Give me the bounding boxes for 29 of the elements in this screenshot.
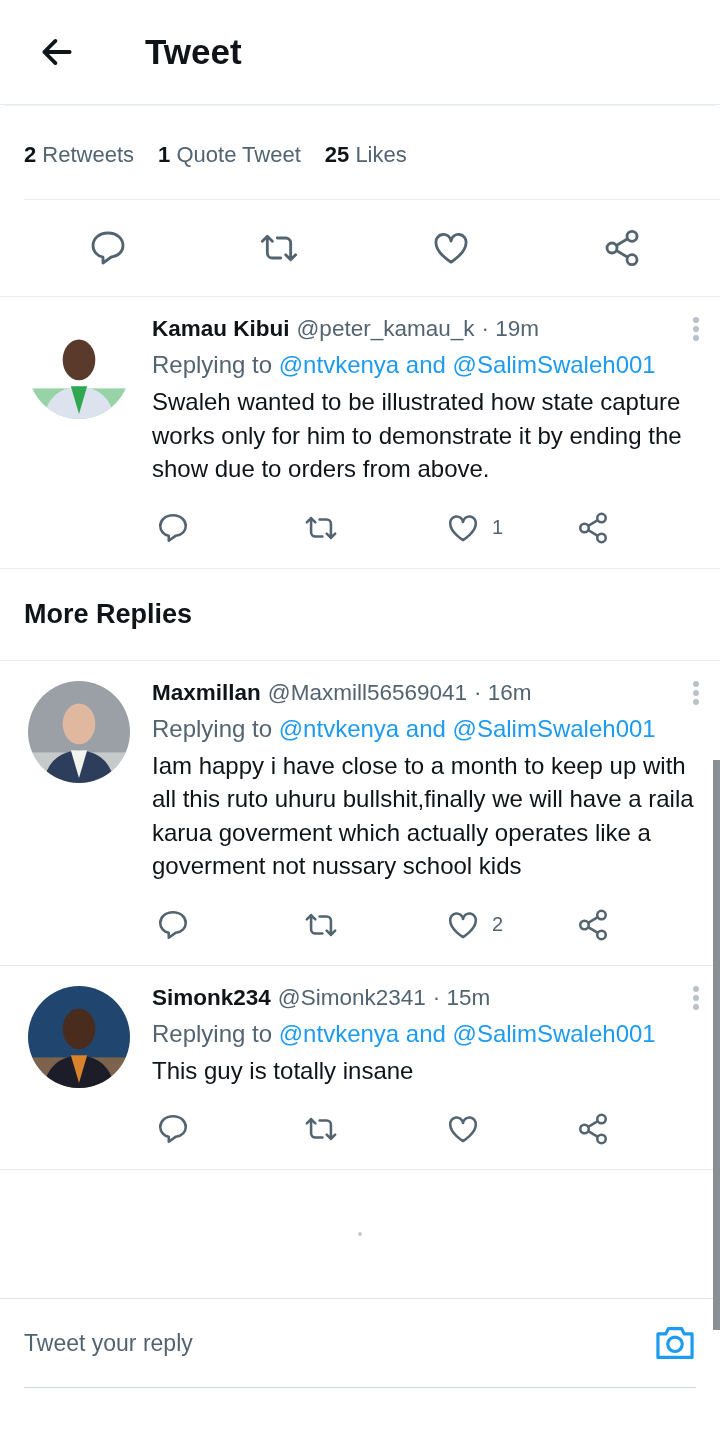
page-title: Tweet	[145, 32, 242, 72]
reply-text: Iam happy i have close to a month to keep up with all this ruto uhuru bullshit,finally we will have a raila karua goverment which actually operates like a goverment not nussary school kids	[152, 750, 695, 881]
user-handle: @Maxmill56569041	[267, 679, 467, 706]
replying-label: Replying to	[152, 714, 273, 742]
user-name[interactable]: Maxmillan	[152, 679, 261, 706]
section-heading: More Replies	[0, 568, 720, 661]
user-handle: @Simonk2341	[277, 984, 426, 1011]
engagement-stat[interactable]: 1 Quote Tweet	[158, 142, 301, 168]
loading-dot	[358, 1232, 362, 1236]
timestamp: · 19m	[481, 316, 539, 342]
user-name[interactable]: Kamau Kibui	[152, 316, 290, 342]
user-handle: @peter_kamau_k	[296, 316, 475, 342]
reply-text: This guy is totally insane	[152, 1055, 415, 1086]
replying-label: Replying to	[152, 351, 273, 378]
reply-icon[interactable]	[156, 1112, 190, 1146]
timestamp: · 15m	[432, 984, 491, 1011]
share-icon[interactable]	[576, 907, 610, 942]
like-count: 2	[492, 913, 504, 936]
engagement-stat[interactable]: 2 Retweets	[24, 142, 135, 168]
reply-text: Swaleh wanted to be illustrated how state capture works only for him to demonstrate it by ending the show due to orders from above.	[152, 387, 683, 484]
like-count: 1	[492, 516, 504, 539]
share-icon[interactable]	[576, 1112, 610, 1146]
share-icon[interactable]	[576, 510, 610, 545]
reply-input[interactable]: Tweet your reply	[24, 1329, 654, 1357]
timestamp: · 16m	[474, 679, 532, 706]
scrollbar[interactable]	[713, 760, 720, 1330]
replying-label: Replying to	[152, 1019, 273, 1047]
engagement-stat[interactable]: 25 Likes	[324, 142, 407, 168]
user-name[interactable]: Simonk234	[152, 984, 271, 1011]
